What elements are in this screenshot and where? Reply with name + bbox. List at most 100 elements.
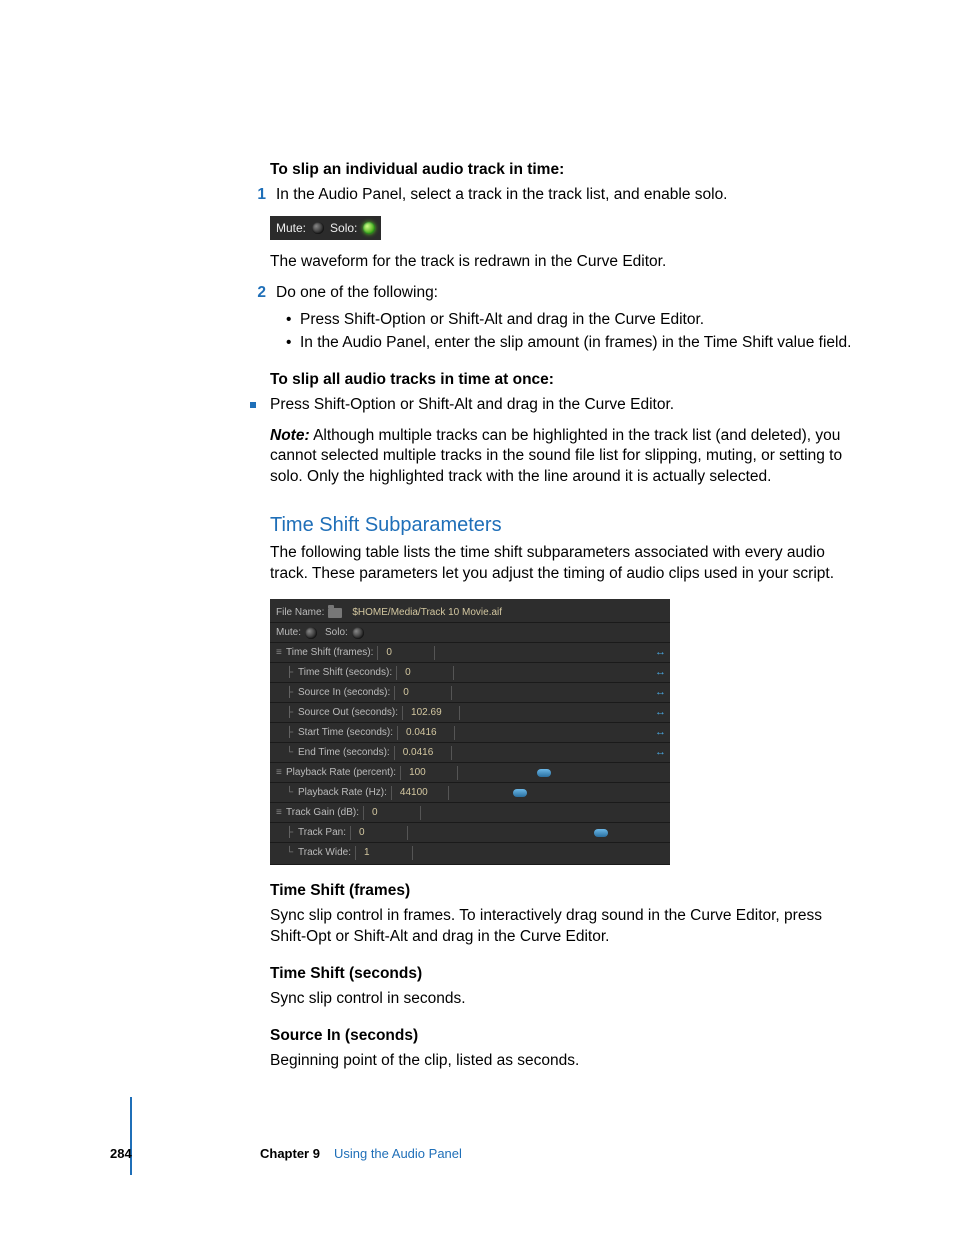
bullet-list: •Press Shift-Option or Shift-Alt and dra… — [286, 310, 854, 354]
tree-indent: ├ — [286, 726, 298, 740]
slider-track[interactable] — [457, 792, 644, 794]
slider-track — [463, 732, 644, 734]
slider-track — [460, 752, 644, 754]
tree-toggle-icon[interactable]: ≡ — [276, 806, 286, 820]
param-value: 44100 — [394, 786, 446, 800]
panel-file-row: File Name: $HOME/Media/Track 10 Movie.ai… — [270, 603, 670, 622]
square-bullet-icon — [250, 402, 256, 408]
param-value: 0.0416 — [397, 746, 449, 760]
definition-term: Time Shift (frames) — [270, 881, 854, 902]
slider-thumb[interactable] — [537, 769, 551, 777]
panel-param-row: └Playback Rate (Hz):44100 — [270, 782, 670, 802]
tree-toggle-icon[interactable]: ≡ — [276, 646, 286, 660]
time-shift-arrows-icon[interactable]: ↔ — [655, 645, 664, 660]
param-label: Track Gain (dB): — [286, 806, 359, 820]
param-label: Source Out (seconds): — [298, 706, 398, 720]
param-value-field[interactable]: 0 — [363, 806, 421, 820]
page-number: 284 — [110, 1145, 260, 1163]
mute-led-icon[interactable] — [312, 222, 324, 234]
param-value-field[interactable]: 102.69 — [402, 706, 460, 720]
panel-param-row: ≡Time Shift (frames):0↔ — [270, 642, 670, 662]
panel-param-row: └End Time (seconds): 0.0416 ↔ — [270, 742, 670, 762]
param-label: Source In (seconds): — [298, 686, 390, 700]
bullet-text: In the Audio Panel, enter the slip amoun… — [300, 333, 851, 354]
param-label: Track Pan: — [298, 826, 346, 840]
tree-toggle-icon[interactable]: ≡ — [276, 766, 286, 780]
solo-led-icon[interactable] — [363, 222, 375, 234]
param-value-field[interactable]: 100 — [400, 766, 458, 780]
slider-thumb[interactable] — [513, 789, 527, 797]
panel-param-row: └Track Wide:1 — [270, 842, 670, 862]
mute-led-icon[interactable] — [305, 627, 317, 639]
param-value: 0 — [366, 806, 418, 820]
file-name-value: $HOME/Media/Track 10 Movie.aif — [346, 606, 502, 620]
file-name-label: File Name: — [276, 606, 324, 620]
param-label: End Time (seconds): — [298, 746, 390, 760]
paragraph: The following table lists the time shift… — [270, 543, 854, 585]
param-value: 0 — [399, 666, 451, 680]
bullet-text: Press Shift-Option or Shift-Alt and drag… — [270, 395, 674, 416]
time-shift-arrows-icon[interactable]: ↔ — [655, 665, 664, 680]
param-value: 0 — [397, 686, 449, 700]
paragraph: The waveform for the track is redrawn in… — [270, 252, 854, 273]
panel-mute-solo-row: Mute: Solo: — [270, 622, 670, 642]
time-shift-arrows-icon[interactable]: ↔ — [655, 705, 664, 720]
mute-solo-strip: Mute: Solo: — [270, 216, 381, 240]
step-body: In the Audio Panel, select a track in th… — [276, 185, 728, 206]
bullet-text: Press Shift-Option or Shift-Alt and drag… — [300, 310, 704, 331]
slider-track — [460, 692, 644, 694]
tree-indent: └ — [286, 846, 298, 860]
definition-body: Sync slip control in frames. To interact… — [270, 906, 854, 948]
note-label: Note: — [270, 427, 310, 444]
definition-body: Sync slip control in seconds. — [270, 989, 854, 1010]
panel-param-row: ≡Playback Rate (percent): 100 — [270, 762, 670, 782]
param-value: 1 — [358, 846, 410, 860]
tree-indent: └ — [286, 786, 298, 800]
param-value-field[interactable]: 0.0416 — [397, 726, 455, 740]
param-value-field[interactable]: 44100 — [391, 786, 449, 800]
mute-label: Mute: — [276, 626, 301, 640]
tree-indent: └ — [286, 746, 298, 760]
solo-label: Solo: — [325, 626, 348, 640]
step-1: 1 In the Audio Panel, select a track in … — [270, 185, 854, 206]
param-value-field[interactable]: 0 — [396, 666, 454, 680]
step-number: 2 — [246, 283, 266, 304]
slider-track — [429, 812, 644, 814]
slider-thumb[interactable] — [594, 829, 608, 837]
panel-param-row: ≡Track Gain (dB): 0 — [270, 802, 670, 822]
chapter-number: Chapter 9 — [260, 1145, 320, 1163]
param-value: 0 — [380, 646, 432, 660]
folder-icon[interactable] — [328, 608, 342, 618]
step-number: 1 — [246, 185, 266, 206]
square-bullet-item: Press Shift-Option or Shift-Alt and drag… — [270, 395, 854, 416]
param-value-field[interactable]: 0.0416 — [394, 746, 452, 760]
procedure-heading-1: To slip an individual audio track in tim… — [270, 160, 854, 181]
note-body: Although multiple tracks can be highligh… — [270, 427, 842, 486]
tree-indent: ├ — [286, 666, 298, 680]
time-shift-arrows-icon[interactable]: ↔ — [655, 725, 664, 740]
slider-track — [443, 652, 644, 654]
procedure-heading-2: To slip all audio tracks in time at once… — [270, 370, 854, 391]
panel-param-row: ├Start Time (seconds):0.0416↔ — [270, 722, 670, 742]
param-value-field[interactable]: 0 — [377, 646, 435, 660]
panel-param-row: ├Source In (seconds): 0 ↔ — [270, 682, 670, 702]
solo-led-icon[interactable] — [352, 627, 364, 639]
definition-body: Beginning point of the clip, listed as s… — [270, 1051, 854, 1072]
definition-term: Source In (seconds) — [270, 1026, 854, 1047]
param-value-field[interactable]: 0 — [394, 686, 452, 700]
slider-track[interactable] — [416, 832, 644, 834]
tree-indent: ├ — [286, 686, 298, 700]
solo-label: Solo: — [330, 220, 357, 236]
slider-track[interactable] — [466, 772, 644, 774]
param-label: Playback Rate (percent): — [286, 766, 396, 780]
main-content: To slip an individual audio track in tim… — [270, 160, 854, 1072]
param-value: 0 — [353, 826, 405, 840]
param-value: 102.69 — [405, 706, 457, 720]
param-value-field[interactable]: 0 — [350, 826, 408, 840]
time-shift-arrows-icon[interactable]: ↔ — [655, 685, 664, 700]
time-shift-arrows-icon[interactable]: ↔ — [655, 745, 664, 760]
param-value-field[interactable]: 1 — [355, 846, 413, 860]
step-2: 2 Do one of the following: — [270, 283, 854, 304]
section-heading: Time Shift Subparameters — [270, 512, 854, 539]
bullet-dot: • — [286, 333, 300, 354]
